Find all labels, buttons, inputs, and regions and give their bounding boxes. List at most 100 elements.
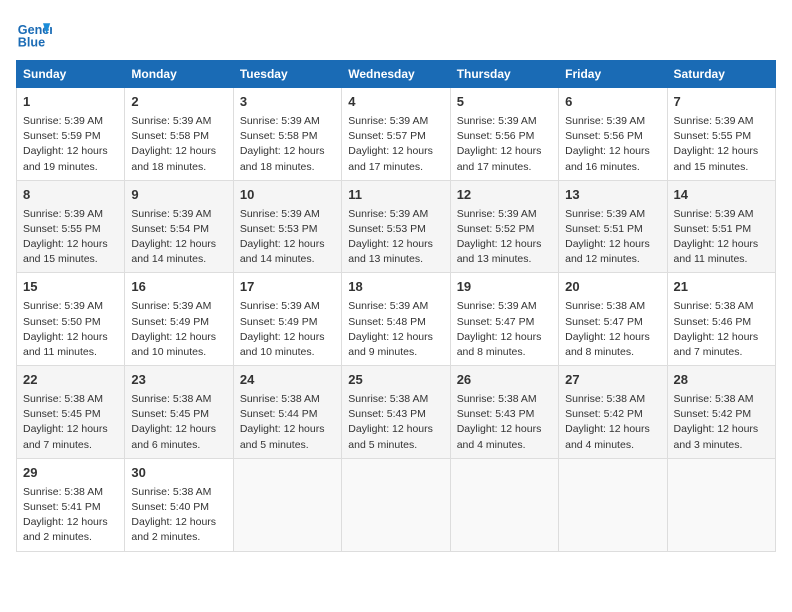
day-cell: 14Sunrise: 5:39 AM Sunset: 5:51 PM Dayli… bbox=[667, 180, 775, 273]
week-row-0: 1 Sunrise: 5:39 AM Sunset: 5:59 PM Daylig… bbox=[17, 88, 776, 181]
week-row-3: 22 Sunrise: 5:38 AM Sunset: 5:45 PM Dayli… bbox=[17, 366, 776, 459]
logo: General Blue bbox=[16, 16, 52, 52]
page-header: General Blue bbox=[16, 16, 776, 52]
day-number: 25 bbox=[348, 371, 443, 390]
day-info: Sunrise: 5:38 AM Sunset: 5:41 PM Dayligh… bbox=[23, 485, 118, 546]
day-info: Sunrise: 5:39 AM Sunset: 5:55 PM Dayligh… bbox=[674, 114, 769, 175]
day-cell: 23 Sunrise: 5:38 AM Sunset: 5:45 PM Dayli… bbox=[125, 366, 233, 459]
day-cell: 19 Sunrise: 5:39 AM Sunset: 5:47 PM Dayli… bbox=[450, 273, 558, 366]
day-number: 21 bbox=[674, 278, 769, 297]
col-sunday: Sunday bbox=[17, 61, 125, 88]
day-info: Sunrise: 5:39 AM Sunset: 5:55 PM Dayligh… bbox=[23, 207, 118, 268]
day-number: 11 bbox=[348, 186, 443, 205]
svg-text:Blue: Blue bbox=[18, 36, 45, 50]
day-cell: 13 Sunrise: 5:39 AM Sunset: 5:51 PM Dayli… bbox=[559, 180, 667, 273]
day-number: 8 bbox=[23, 186, 118, 205]
day-number: 3 bbox=[240, 93, 335, 112]
day-cell: 8 Sunrise: 5:39 AM Sunset: 5:55 PM Daylig… bbox=[17, 180, 125, 273]
day-cell: 30 Sunrise: 5:38 AM Sunset: 5:40 PM Dayli… bbox=[125, 458, 233, 551]
week-row-4: 29 Sunrise: 5:38 AM Sunset: 5:41 PM Dayli… bbox=[17, 458, 776, 551]
day-number: 29 bbox=[23, 464, 118, 483]
day-cell: 26 Sunrise: 5:38 AM Sunset: 5:43 PM Dayli… bbox=[450, 366, 558, 459]
day-number: 9 bbox=[131, 186, 226, 205]
day-cell: 21 Sunrise: 5:38 AM Sunset: 5:46 PM Dayli… bbox=[667, 273, 775, 366]
day-info: Sunrise: 5:38 AM Sunset: 5:42 PM Dayligh… bbox=[565, 392, 660, 453]
day-info: Sunrise: 5:38 AM Sunset: 5:43 PM Dayligh… bbox=[348, 392, 443, 453]
day-info: Sunrise: 5:38 AM Sunset: 5:46 PM Dayligh… bbox=[674, 299, 769, 360]
day-cell bbox=[342, 458, 450, 551]
day-info: Sunrise: 5:38 AM Sunset: 5:42 PM Dayligh… bbox=[674, 392, 769, 453]
day-info: Sunrise: 5:39 AM Sunset: 5:47 PM Dayligh… bbox=[457, 299, 552, 360]
week-row-2: 15 Sunrise: 5:39 AM Sunset: 5:50 PM Dayli… bbox=[17, 273, 776, 366]
day-number: 23 bbox=[131, 371, 226, 390]
day-info: Sunrise: 5:38 AM Sunset: 5:44 PM Dayligh… bbox=[240, 392, 335, 453]
calendar-table: Sunday Monday Tuesday Wednesday Thursday… bbox=[16, 60, 776, 552]
day-info: Sunrise: 5:38 AM Sunset: 5:40 PM Dayligh… bbox=[131, 485, 226, 546]
day-number: 16 bbox=[131, 278, 226, 297]
day-info: Sunrise: 5:39 AM Sunset: 5:48 PM Dayligh… bbox=[348, 299, 443, 360]
day-cell: 3 Sunrise: 5:39 AM Sunset: 5:58 PM Daylig… bbox=[233, 88, 341, 181]
day-info: Sunrise: 5:38 AM Sunset: 5:45 PM Dayligh… bbox=[23, 392, 118, 453]
day-cell bbox=[559, 458, 667, 551]
day-cell: 22 Sunrise: 5:38 AM Sunset: 5:45 PM Dayli… bbox=[17, 366, 125, 459]
day-number: 15 bbox=[23, 278, 118, 297]
day-cell: 28 Sunrise: 5:38 AM Sunset: 5:42 PM Dayli… bbox=[667, 366, 775, 459]
day-number: 7 bbox=[674, 93, 769, 112]
day-info: Sunrise: 5:39 AM Sunset: 5:52 PM Dayligh… bbox=[457, 207, 552, 268]
day-info: Sunrise: 5:39 AM Sunset: 5:51 PM Dayligh… bbox=[565, 207, 660, 268]
header-row: Sunday Monday Tuesday Wednesday Thursday… bbox=[17, 61, 776, 88]
day-cell: 4 Sunrise: 5:39 AM Sunset: 5:57 PM Daylig… bbox=[342, 88, 450, 181]
day-number: 22 bbox=[23, 371, 118, 390]
col-wednesday: Wednesday bbox=[342, 61, 450, 88]
day-info: Sunrise: 5:39 AM Sunset: 5:49 PM Dayligh… bbox=[131, 299, 226, 360]
day-number: 12 bbox=[457, 186, 552, 205]
day-cell: 16 Sunrise: 5:39 AM Sunset: 5:49 PM Dayli… bbox=[125, 273, 233, 366]
day-cell: 10Sunrise: 5:39 AM Sunset: 5:53 PM Dayli… bbox=[233, 180, 341, 273]
day-cell: 29 Sunrise: 5:38 AM Sunset: 5:41 PM Dayli… bbox=[17, 458, 125, 551]
day-number: 1 bbox=[23, 93, 118, 112]
day-number: 27 bbox=[565, 371, 660, 390]
day-number: 19 bbox=[457, 278, 552, 297]
day-info: Sunrise: 5:39 AM Sunset: 5:56 PM Dayligh… bbox=[565, 114, 660, 175]
day-info: Sunrise: 5:39 AM Sunset: 5:53 PM Dayligh… bbox=[348, 207, 443, 268]
day-number: 24 bbox=[240, 371, 335, 390]
day-number: 26 bbox=[457, 371, 552, 390]
day-cell bbox=[233, 458, 341, 551]
day-cell bbox=[450, 458, 558, 551]
col-thursday: Thursday bbox=[450, 61, 558, 88]
day-number: 28 bbox=[674, 371, 769, 390]
day-cell: 11 Sunrise: 5:39 AM Sunset: 5:53 PM Dayli… bbox=[342, 180, 450, 273]
day-info: Sunrise: 5:39 AM Sunset: 5:49 PM Dayligh… bbox=[240, 299, 335, 360]
day-number: 17 bbox=[240, 278, 335, 297]
day-number: 14 bbox=[674, 186, 769, 205]
day-info: Sunrise: 5:38 AM Sunset: 5:43 PM Dayligh… bbox=[457, 392, 552, 453]
day-cell: 7 Sunrise: 5:39 AM Sunset: 5:55 PM Daylig… bbox=[667, 88, 775, 181]
day-number: 13 bbox=[565, 186, 660, 205]
day-number: 18 bbox=[348, 278, 443, 297]
day-cell: 5Sunrise: 5:39 AM Sunset: 5:56 PM Daylig… bbox=[450, 88, 558, 181]
day-number: 4 bbox=[348, 93, 443, 112]
day-cell: 20Sunrise: 5:38 AM Sunset: 5:47 PM Dayli… bbox=[559, 273, 667, 366]
col-monday: Monday bbox=[125, 61, 233, 88]
col-saturday: Saturday bbox=[667, 61, 775, 88]
day-number: 5 bbox=[457, 93, 552, 112]
day-info: Sunrise: 5:39 AM Sunset: 5:53 PM Dayligh… bbox=[240, 207, 335, 268]
day-info: Sunrise: 5:39 AM Sunset: 5:54 PM Dayligh… bbox=[131, 207, 226, 268]
day-number: 2 bbox=[131, 93, 226, 112]
day-info: Sunrise: 5:39 AM Sunset: 5:50 PM Dayligh… bbox=[23, 299, 118, 360]
day-cell: 12 Sunrise: 5:39 AM Sunset: 5:52 PM Dayli… bbox=[450, 180, 558, 273]
day-info: Sunrise: 5:39 AM Sunset: 5:59 PM Dayligh… bbox=[23, 114, 118, 175]
col-tuesday: Tuesday bbox=[233, 61, 341, 88]
logo-icon: General Blue bbox=[16, 16, 52, 52]
day-info: Sunrise: 5:39 AM Sunset: 5:57 PM Dayligh… bbox=[348, 114, 443, 175]
day-info: Sunrise: 5:38 AM Sunset: 5:45 PM Dayligh… bbox=[131, 392, 226, 453]
day-cell: 27 Sunrise: 5:38 AM Sunset: 5:42 PM Dayli… bbox=[559, 366, 667, 459]
week-row-1: 8 Sunrise: 5:39 AM Sunset: 5:55 PM Daylig… bbox=[17, 180, 776, 273]
day-cell: 24 Sunrise: 5:38 AM Sunset: 5:44 PM Dayli… bbox=[233, 366, 341, 459]
day-info: Sunrise: 5:39 AM Sunset: 5:58 PM Dayligh… bbox=[240, 114, 335, 175]
day-cell: 1 Sunrise: 5:39 AM Sunset: 5:59 PM Daylig… bbox=[17, 88, 125, 181]
day-number: 30 bbox=[131, 464, 226, 483]
calendar-header: Sunday Monday Tuesday Wednesday Thursday… bbox=[17, 61, 776, 88]
day-cell: 9 Sunrise: 5:39 AM Sunset: 5:54 PM Daylig… bbox=[125, 180, 233, 273]
day-cell: 2Sunrise: 5:39 AM Sunset: 5:58 PM Daylig… bbox=[125, 88, 233, 181]
